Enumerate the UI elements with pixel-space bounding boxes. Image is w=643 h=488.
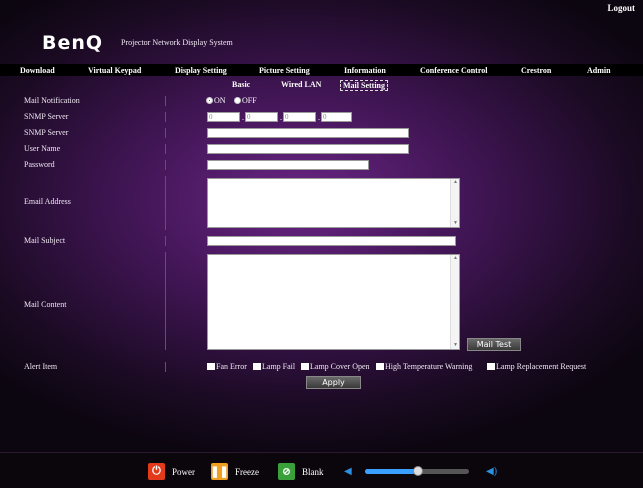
- mail-notification-label: Mail Notification: [24, 96, 80, 105]
- ip-dot: .: [242, 113, 244, 122]
- sub-nav: Basic Wired LAN Mail Setting: [0, 80, 643, 91]
- ip-dot: .: [318, 113, 320, 122]
- app-subtitle: Projector Network Display System: [121, 38, 233, 47]
- user-name-input[interactable]: [207, 144, 409, 154]
- blank-label: Blank: [302, 466, 324, 477]
- logout-link[interactable]: Logout: [607, 3, 635, 13]
- volume-fill: [365, 469, 418, 474]
- tab-mail-setting[interactable]: Mail Setting: [340, 80, 388, 91]
- divider: [165, 236, 166, 246]
- nav-download[interactable]: Download: [20, 66, 55, 75]
- checkbox-label: Lamp Replacement Request: [496, 362, 587, 371]
- user-name-label: User Name: [24, 144, 61, 153]
- scrollbar[interactable]: ▲ ▼: [450, 255, 459, 349]
- divider: [165, 112, 166, 122]
- checkbox-label: Lamp Cover Open: [310, 362, 370, 371]
- nav-information[interactable]: Information: [344, 66, 386, 75]
- scroll-up-icon[interactable]: ▲: [453, 180, 458, 185]
- snmp-octet-2[interactable]: 0: [245, 112, 278, 122]
- checkbox-lamp-replacement-request[interactable]: Lamp Replacement Request: [487, 362, 586, 371]
- volume-slider[interactable]: [365, 466, 469, 476]
- password-input[interactable]: [207, 160, 369, 170]
- mail-subject-label: Mail Subject: [24, 236, 66, 245]
- blank-button[interactable]: ⊘ Blank: [278, 463, 324, 480]
- nav-conference-control[interactable]: Conference Control: [420, 66, 487, 75]
- nav-admin[interactable]: Admin: [587, 66, 611, 75]
- ip-dot: .: [280, 113, 282, 122]
- divider: [165, 96, 166, 106]
- freeze-label: Freeze: [235, 466, 259, 477]
- power-button[interactable]: ⏻ Power: [148, 463, 195, 480]
- mail-test-button[interactable]: Mail Test: [467, 338, 521, 351]
- apply-button[interactable]: Apply: [306, 376, 361, 389]
- volume-knob[interactable]: [413, 466, 423, 476]
- volume-down-icon[interactable]: ◀: [344, 466, 354, 477]
- mail-content-textarea[interactable]: ▲ ▼: [207, 254, 460, 350]
- radio-dot-selected: [206, 97, 213, 104]
- radio-dot: [234, 97, 241, 104]
- snmp-octet-3[interactable]: 0: [283, 112, 316, 122]
- power-label: Power: [172, 466, 195, 477]
- checkbox-label: Lamp Fail: [262, 362, 296, 371]
- radio-on-label: ON: [214, 96, 226, 105]
- blank-icon: ⊘: [278, 463, 295, 480]
- tab-wired-lan[interactable]: Wired LAN: [281, 80, 321, 89]
- header: Logout BenQ Projector Network Display Sy…: [0, 0, 643, 62]
- nav-virtual-keypad[interactable]: Virtual Keypad: [88, 66, 141, 75]
- email-address-textarea[interactable]: ▲ ▼: [207, 178, 460, 228]
- main-nav: Download Virtual Keypad Display Setting …: [0, 64, 643, 76]
- scroll-down-icon[interactable]: ▼: [453, 343, 458, 348]
- radio-on[interactable]: ON: [206, 96, 226, 105]
- alert-item-label: Alert Item: [24, 362, 58, 371]
- divider: [165, 252, 166, 350]
- checkbox-box: [487, 363, 495, 370]
- divider: [165, 176, 166, 230]
- pause-icon: ❚❚: [210, 463, 229, 480]
- divider: [165, 362, 166, 372]
- checkbox-lamp-cover-open[interactable]: Lamp Cover Open: [301, 362, 370, 371]
- snmp-octet-4[interactable]: 0: [321, 112, 352, 122]
- scrollbar[interactable]: ▲ ▼: [450, 179, 459, 227]
- checkbox-label: High Temperature Warning: [385, 362, 473, 371]
- checkbox-box: [301, 363, 309, 370]
- brand-logo: BenQ: [42, 32, 104, 54]
- mail-subject-input[interactable]: [207, 236, 456, 246]
- radio-off-label: OFF: [242, 96, 257, 105]
- nav-display-setting[interactable]: Display Setting: [175, 66, 227, 75]
- freeze-button[interactable]: ❚❚ Freeze: [210, 463, 259, 480]
- tab-basic[interactable]: Basic: [232, 80, 250, 89]
- volume-up-icon[interactable]: ◀): [486, 466, 497, 477]
- email-address-label: Email Address: [24, 197, 71, 206]
- checkbox-label: Fan Error: [216, 362, 247, 371]
- mail-content-label: Mail Content: [24, 300, 67, 309]
- snmp-server-label: SNMP Server: [24, 128, 69, 137]
- checkbox-box: [253, 363, 261, 370]
- checkbox-box: [207, 363, 215, 370]
- checkbox-fan-error[interactable]: Fan Error: [207, 362, 247, 371]
- scroll-down-icon[interactable]: ▼: [453, 221, 458, 226]
- snmp-octet-1[interactable]: 0: [207, 112, 240, 122]
- divider: [165, 144, 166, 154]
- snmp-server-input[interactable]: [207, 128, 409, 138]
- password-label: Password: [24, 160, 55, 169]
- power-icon: ⏻: [148, 463, 165, 480]
- radio-off[interactable]: OFF: [234, 96, 257, 105]
- nav-picture-setting[interactable]: Picture Setting: [259, 66, 310, 75]
- bottom-control-bar: ⏻ Power ❚❚ Freeze ⊘ Blank ◀ ◀): [0, 452, 643, 488]
- checkbox-high-temperature-warning[interactable]: High Temperature Warning: [376, 362, 472, 371]
- divider: [165, 128, 166, 138]
- divider: [165, 160, 166, 170]
- scroll-up-icon[interactable]: ▲: [453, 256, 458, 261]
- checkbox-box: [376, 363, 384, 370]
- nav-crestron[interactable]: Crestron: [521, 66, 551, 75]
- checkbox-lamp-fail[interactable]: Lamp Fail: [253, 362, 295, 371]
- snmp-ip-label: SNMP Server: [24, 112, 69, 121]
